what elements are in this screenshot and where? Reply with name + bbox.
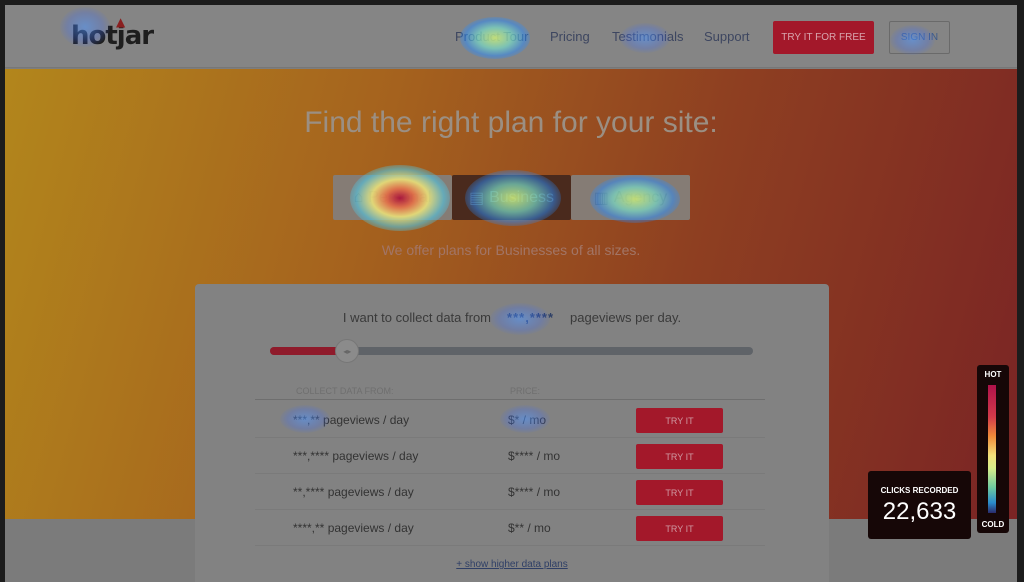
header: hotjar ▲ Product Tour Pricing Testimonial… (5, 5, 1017, 68)
slider-handle[interactable]: ◂▸ (335, 339, 360, 363)
try-it-button[interactable]: TRY IT (636, 408, 723, 433)
col-header-from: COLLECT DATA FROM: (296, 386, 394, 396)
pricing-card: I want to collect data from ***,**** pagev… (195, 284, 829, 582)
try-it-button[interactable]: TRY IT (636, 444, 723, 469)
row-price: $** / mo (508, 521, 551, 535)
tab-label: Personal (368, 188, 432, 206)
clicks-count: 22,633 (882, 498, 957, 525)
sign-in-button[interactable]: SIGN IN (889, 21, 950, 54)
tab-label: Business (489, 188, 555, 206)
row-price: $* / mo (508, 413, 547, 427)
building-icon: ▤ (468, 189, 485, 207)
try-it-button[interactable]: TRY IT (636, 516, 723, 541)
row-pageviews: **,**** pageviews / day (293, 485, 414, 499)
clicks-label: CLICKS RECORDED (880, 486, 959, 495)
heat-legend: HOT COLD (977, 365, 1009, 533)
show-higher-plans-link[interactable]: + show higher data plans (195, 559, 829, 570)
row-pageviews: ***,** pageviews / day (293, 413, 410, 427)
logo-text: hotjar (71, 21, 154, 51)
try-it-button[interactable]: TRY IT (636, 480, 723, 505)
hotjar-logo[interactable]: hotjar ▲ (71, 15, 154, 51)
table-row: **,**** pageviews / day $**** / mo TRY IT (255, 474, 765, 510)
collect-prefix: I want to collect data from (342, 310, 492, 325)
collect-suffix: pageviews per day. (570, 310, 682, 325)
legend-hot-label: HOT (984, 370, 1002, 379)
buildings-icon: ▥ (593, 189, 609, 207)
tab-agency[interactable]: ▥ Agency (571, 175, 690, 220)
heat-scale-bar (988, 385, 996, 513)
clicks-recorded-panel: CLICKS RECORDED 22,633 (868, 471, 971, 539)
nav-support[interactable]: Support (704, 29, 750, 44)
table-row: ****,** pageviews / day $** / mo TRY IT (255, 510, 765, 546)
home-icon: ⌂ (353, 188, 364, 206)
row-pageviews: ***,**** pageviews / day (293, 449, 419, 463)
row-pageviews: ****,** pageviews / day (293, 521, 414, 535)
tab-label: Agency (613, 188, 668, 206)
page: hotjar ▲ Product Tour Pricing Testimonial… (5, 5, 1017, 582)
row-price: $**** / mo (508, 485, 561, 499)
plan-tabs: ⌂ Personal ▤ Business ▥ Agency (333, 175, 690, 220)
page-title: Find the right plan for your site: (304, 106, 718, 139)
pageviews-slider[interactable]: ◂▸ (270, 339, 753, 363)
nav-pricing[interactable]: Pricing (550, 29, 590, 44)
try-free-button[interactable]: TRY IT FOR FREE (773, 21, 874, 54)
table-row: ***,** pageviews / day $* / mo TRY IT (255, 402, 765, 438)
pageviews-value[interactable]: ***,**** (507, 310, 554, 325)
col-header-price: PRICE: (510, 386, 541, 396)
nav-product-tour[interactable]: Product Tour (455, 29, 528, 44)
plans-subtitle: We offer plans for Businesses of all siz… (381, 242, 641, 258)
flame-icon: ▲ (116, 15, 125, 29)
table-row: ***,**** pageviews / day $**** / mo TRY IT (255, 438, 765, 474)
pageviews-sentence: I want to collect data from ***,**** pagev… (195, 310, 829, 325)
divider (255, 399, 765, 400)
tab-business[interactable]: ▤ Business (452, 175, 571, 220)
tab-personal[interactable]: ⌂ Personal (333, 175, 452, 220)
row-price: $**** / mo (508, 449, 561, 463)
nav-testimonials[interactable]: Testimonials (612, 29, 684, 44)
legend-cold-label: COLD (981, 520, 1005, 529)
